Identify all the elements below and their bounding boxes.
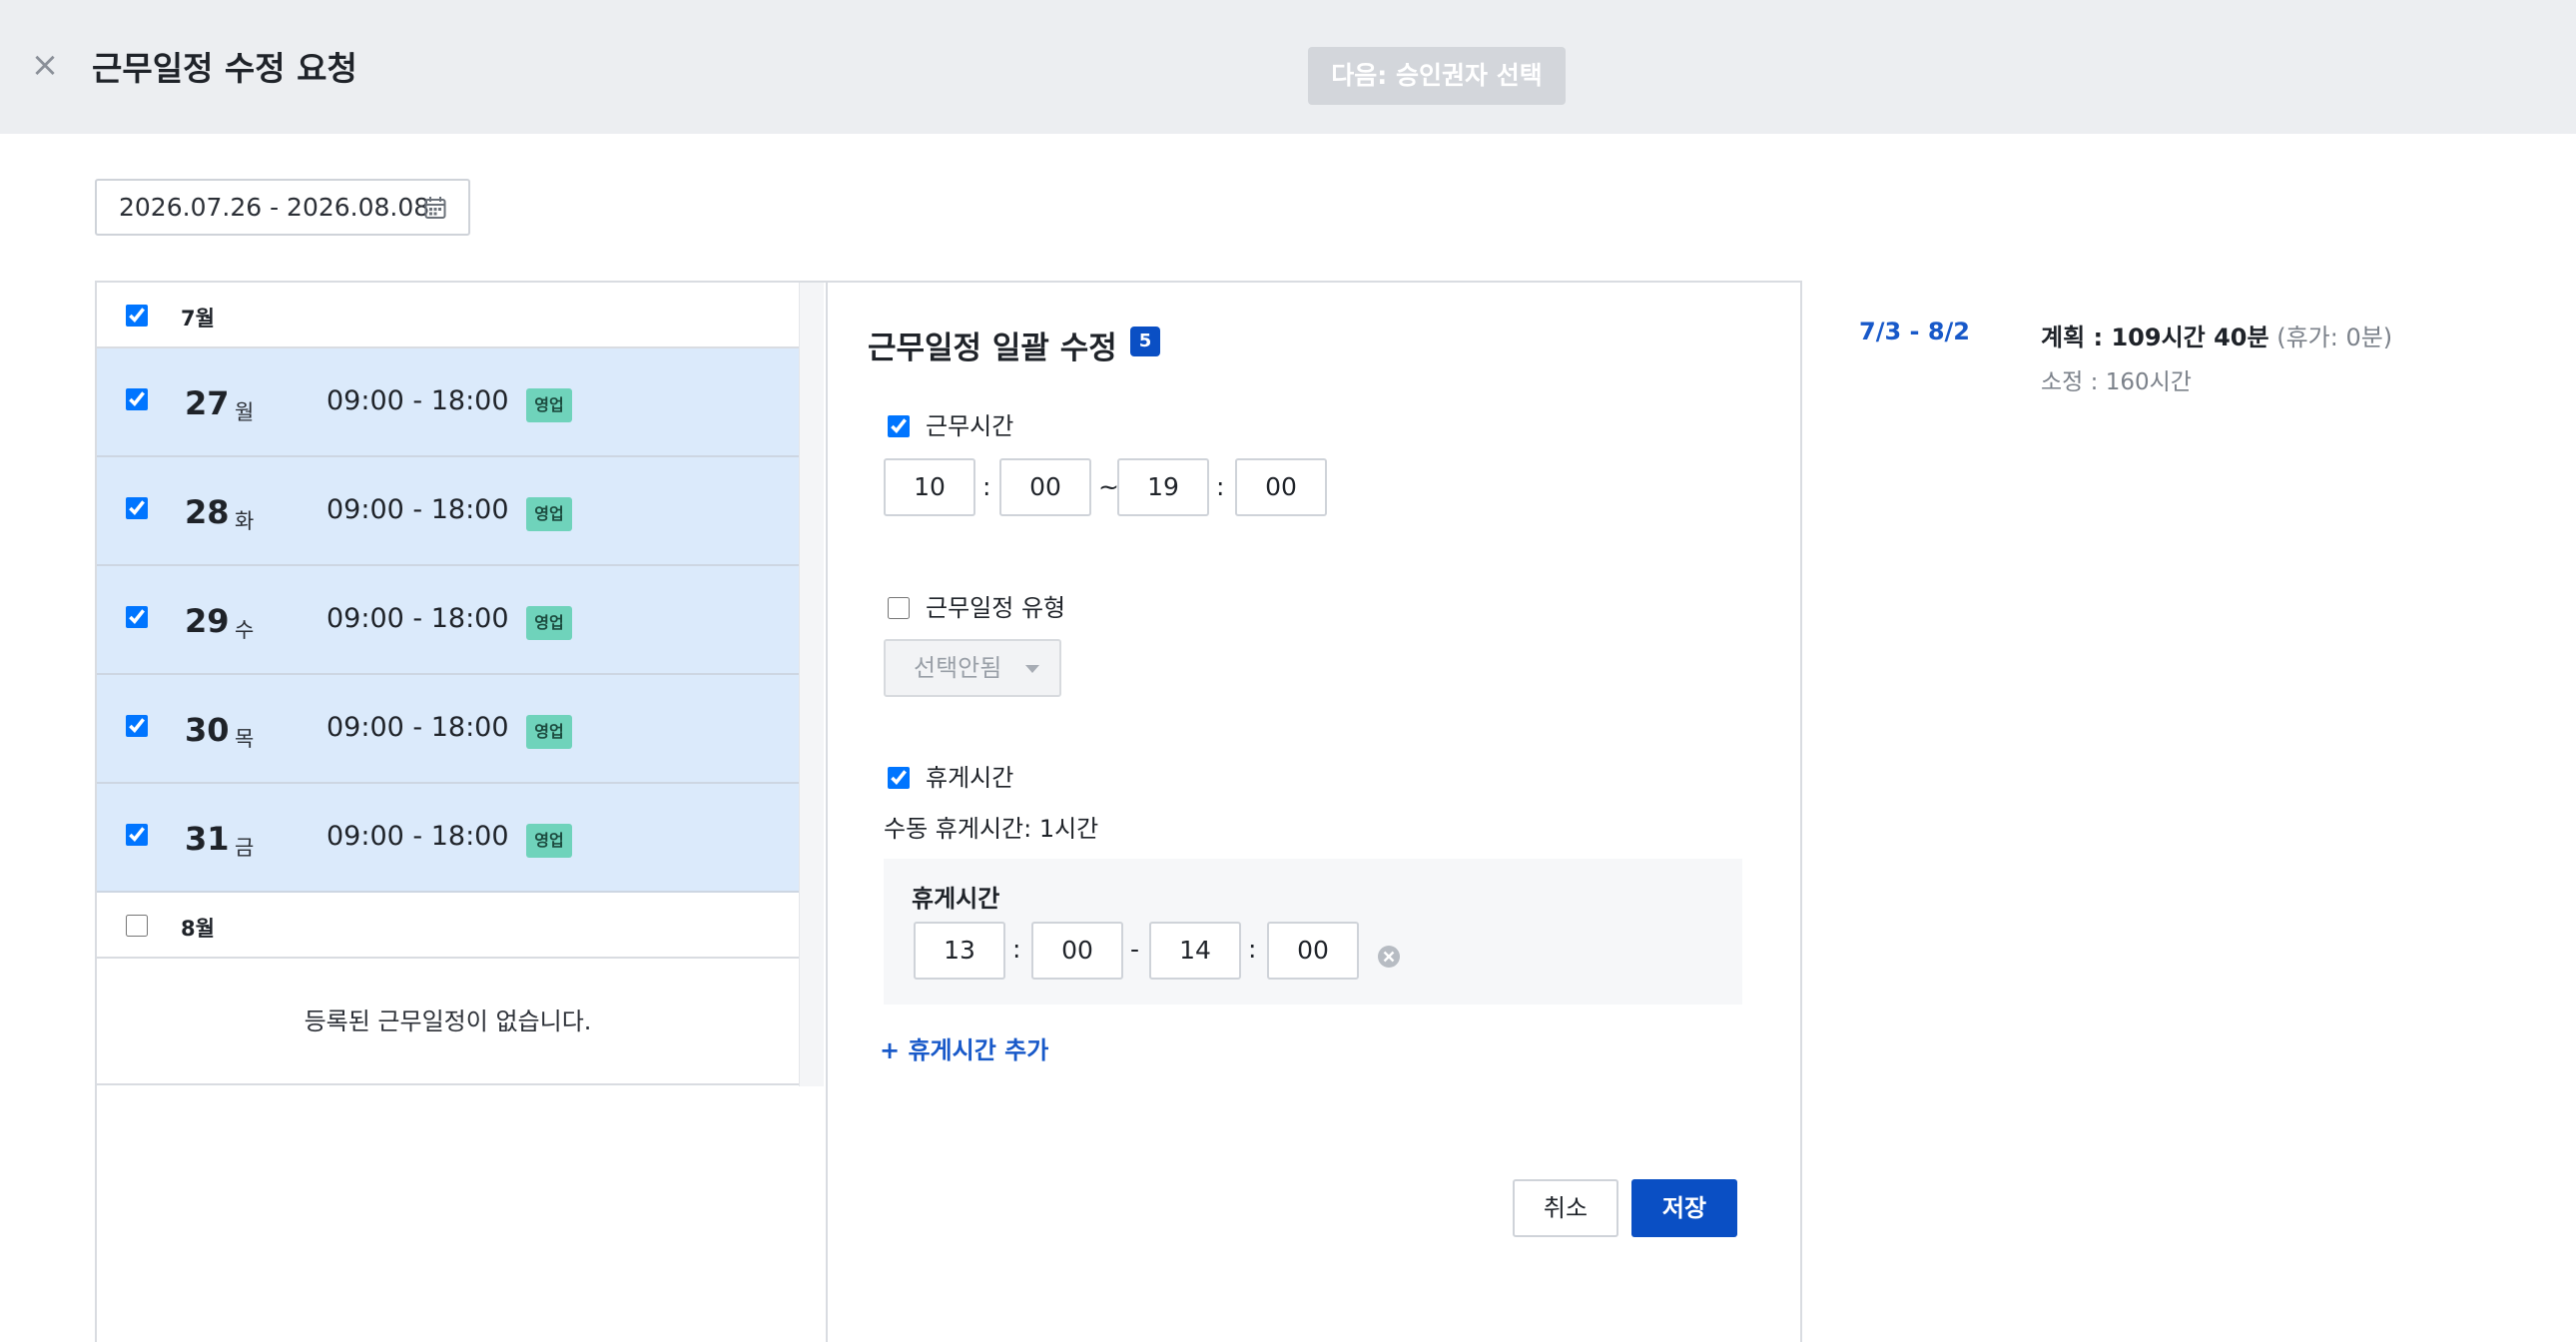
day-time: 09:00 - 18:00 bbox=[326, 494, 509, 525]
day-row[interactable]: 29 수 09:00 - 18:00 영업 bbox=[97, 566, 799, 675]
break-start-minute-input[interactable]: 00 bbox=[1031, 922, 1123, 980]
work-time-checkbox[interactable] bbox=[888, 415, 910, 437]
break-time-option[interactable]: 휴게시간 bbox=[888, 758, 1013, 793]
day-checkbox[interactable] bbox=[126, 824, 148, 846]
day-time: 09:00 - 18:00 bbox=[326, 821, 509, 852]
break-time-label: 휴게시간 bbox=[926, 764, 1014, 792]
chevron-down-icon bbox=[1025, 665, 1039, 673]
date-range-input[interactable]: 2026.07.26 - 2026.08.08 bbox=[95, 179, 470, 236]
month-label: 7월 bbox=[181, 307, 215, 331]
break-time-checkbox[interactable] bbox=[888, 767, 910, 789]
schedule-type-checkbox[interactable] bbox=[888, 597, 910, 619]
bulk-edit-panel: 근무일정 일괄 수정 5 근무시간 10 : 00 ~ 19 : 00 근무일정… bbox=[828, 283, 1800, 1342]
modal-header: × 근무일정 수정 요청 다음: 승인권자 선택 bbox=[0, 0, 2576, 134]
close-icon[interactable]: × bbox=[30, 48, 60, 82]
add-break-time-link[interactable]: + 휴게시간 추가 bbox=[880, 1030, 1048, 1065]
manual-break-summary: 수동 휴게시간: 1시간 bbox=[884, 815, 1099, 843]
next-approver-button[interactable]: 다음: 승인권자 선택 bbox=[1308, 47, 1566, 105]
schedule-type-select-value: 선택안됨 bbox=[914, 654, 1002, 682]
empty-schedule-message: 등록된 근무일정이 없습니다. bbox=[97, 959, 799, 1085]
time-separator: : bbox=[1012, 935, 1021, 964]
day-number: 29 bbox=[185, 602, 230, 640]
time-range-separator: - bbox=[1130, 935, 1140, 964]
work-end-hour-input[interactable]: 19 bbox=[1117, 458, 1209, 516]
day-weekday: 수 bbox=[235, 618, 255, 642]
summary-fixed-hours: 소정 : 160시간 bbox=[2041, 369, 2192, 395]
break-time-entry: 휴게시간 13 : 00 - 14 : 00 bbox=[884, 859, 1742, 1005]
work-time-label: 근무시간 bbox=[926, 412, 1014, 440]
day-row[interactable]: 27 월 09:00 - 18:00 영업 bbox=[97, 348, 799, 457]
day-time: 09:00 - 18:00 bbox=[326, 603, 509, 634]
day-weekday: 화 bbox=[235, 509, 255, 533]
cancel-button[interactable]: 취소 bbox=[1513, 1179, 1618, 1237]
schedule-type-badge: 영업 bbox=[526, 606, 572, 640]
month-label: 8월 bbox=[181, 917, 215, 941]
list-scrollbar[interactable] bbox=[799, 283, 824, 1086]
summary-plan-hours: 계획 : 109시간 40분 bbox=[2041, 324, 2269, 351]
month-checkbox-august[interactable] bbox=[126, 915, 148, 937]
day-row[interactable]: 28 화 09:00 - 18:00 영업 bbox=[97, 457, 799, 566]
work-end-minute-input[interactable]: 00 bbox=[1235, 458, 1327, 516]
day-checkbox[interactable] bbox=[126, 388, 148, 410]
month-row-august: 8월 bbox=[97, 893, 799, 959]
month-checkbox-july[interactable] bbox=[126, 305, 148, 327]
calendar-icon bbox=[424, 197, 446, 219]
work-time-option[interactable]: 근무시간 bbox=[888, 406, 1013, 441]
time-range-separator: ~ bbox=[1098, 472, 1119, 501]
schedule-type-badge: 영업 bbox=[526, 715, 572, 749]
work-start-minute-input[interactable]: 00 bbox=[999, 458, 1091, 516]
day-checkbox[interactable] bbox=[126, 497, 148, 519]
day-weekday: 목 bbox=[235, 727, 255, 751]
save-button[interactable]: 저장 bbox=[1631, 1179, 1737, 1237]
day-row[interactable]: 31 금 09:00 - 18:00 영업 bbox=[97, 784, 799, 893]
break-end-hour-input[interactable]: 14 bbox=[1149, 922, 1241, 980]
schedule-type-badge: 영업 bbox=[526, 388, 572, 422]
day-weekday: 금 bbox=[235, 836, 255, 860]
day-row[interactable]: 30 목 09:00 - 18:00 영업 bbox=[97, 675, 799, 784]
day-number: 31 bbox=[185, 820, 230, 858]
time-separator: : bbox=[1248, 935, 1257, 964]
selected-count-badge: 5 bbox=[1130, 327, 1160, 356]
day-time: 09:00 - 18:00 bbox=[326, 712, 509, 743]
day-number: 27 bbox=[185, 384, 230, 422]
time-separator: : bbox=[982, 472, 991, 501]
schedule-type-badge: 영업 bbox=[526, 824, 572, 858]
schedule-frame: 7월 27 월 09:00 - 18:00 영업 28 화 09:00 - 18… bbox=[95, 281, 1802, 1342]
remove-circle-icon[interactable] bbox=[1377, 945, 1401, 969]
time-separator: : bbox=[1216, 472, 1225, 501]
page-title: 근무일정 수정 요청 bbox=[92, 49, 357, 88]
schedule-type-select[interactable]: 선택안됨 bbox=[884, 639, 1061, 697]
summary-plan: 계획 : 109시간 40분 (휴가: 0분) bbox=[2041, 318, 2392, 352]
schedule-type-label: 근무일정 유형 bbox=[926, 594, 1066, 622]
schedule-list: 7월 27 월 09:00 - 18:00 영업 28 화 09:00 - 18… bbox=[97, 283, 799, 1085]
summary-period: 7/3 - 8/2 bbox=[1859, 318, 1970, 345]
schedule-type-option[interactable]: 근무일정 유형 bbox=[888, 588, 1065, 623]
work-start-hour-input[interactable]: 10 bbox=[884, 458, 975, 516]
schedule-type-badge: 영업 bbox=[526, 497, 572, 531]
month-row-july: 7월 bbox=[97, 283, 799, 348]
break-entry-label: 휴게시간 bbox=[912, 885, 1000, 913]
summary-vacation: (휴가: 0분) bbox=[2276, 324, 2393, 351]
break-end-minute-input[interactable]: 00 bbox=[1267, 922, 1359, 980]
day-number: 28 bbox=[185, 493, 230, 531]
day-number: 30 bbox=[185, 711, 230, 749]
day-weekday: 월 bbox=[235, 400, 255, 424]
day-checkbox[interactable] bbox=[126, 606, 148, 628]
day-checkbox[interactable] bbox=[126, 715, 148, 737]
date-range-value: 2026.07.26 - 2026.08.08 bbox=[119, 193, 430, 222]
day-time: 09:00 - 18:00 bbox=[326, 385, 509, 416]
break-start-hour-input[interactable]: 13 bbox=[914, 922, 1005, 980]
bulk-edit-title: 근무일정 일괄 수정 bbox=[868, 331, 1117, 366]
